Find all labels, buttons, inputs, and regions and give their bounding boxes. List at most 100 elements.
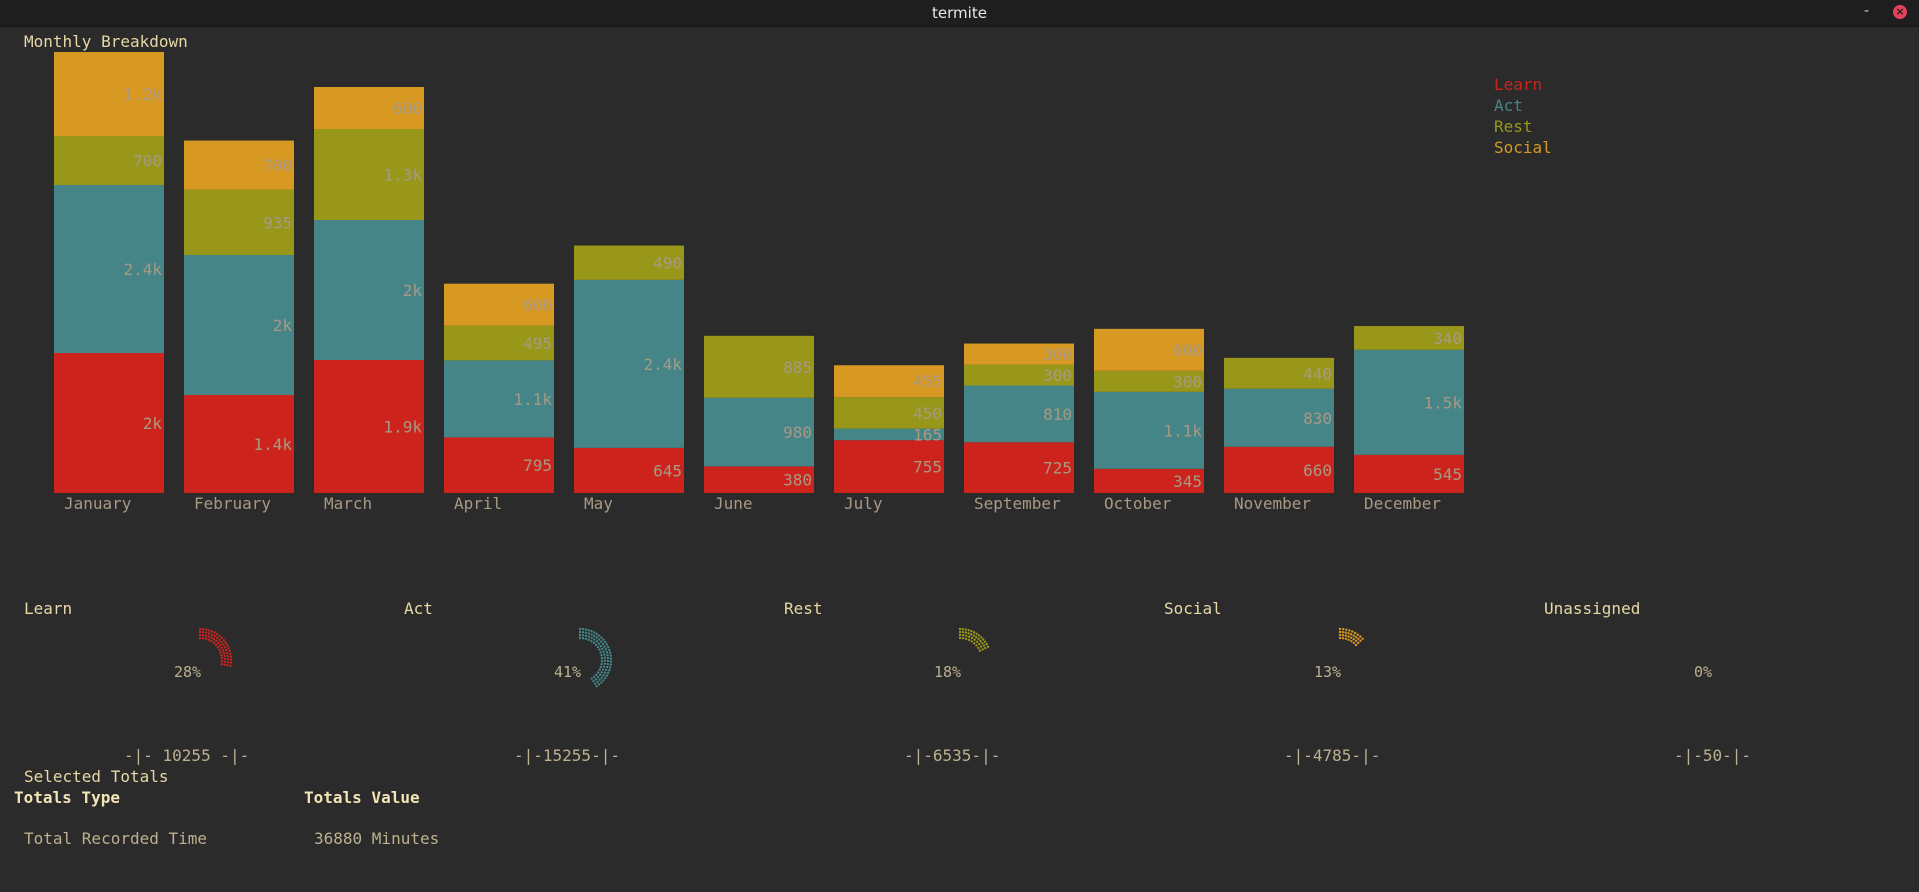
- pie-dot: [229, 658, 233, 661]
- pie-dot: [223, 654, 226, 658]
- pie-dot: [587, 632, 591, 635]
- pie-dot: [578, 633, 582, 637]
- pie-dot: [581, 633, 585, 637]
- pie-dot: [983, 640, 987, 643]
- percent-rest: 18%: [934, 663, 962, 681]
- pie-dot: [201, 637, 205, 640]
- pie-dot: [218, 644, 222, 647]
- pie-dot: [600, 671, 603, 674]
- pie-dot: [198, 636, 202, 640]
- pie-dot: [600, 660, 604, 663]
- bar-label: 450: [913, 404, 942, 423]
- pie-dot: [198, 630, 202, 634]
- pie-dot: [214, 639, 218, 643]
- summary-title-act: Act: [404, 599, 433, 618]
- legend-social: Social: [1494, 138, 1552, 157]
- pie-dot: [1344, 631, 1347, 634]
- pie-dot: [1349, 633, 1353, 636]
- pie-dot: [603, 659, 607, 662]
- pie-dot: [980, 636, 983, 639]
- pie-dot: [608, 648, 611, 652]
- pie-dot: [594, 643, 598, 647]
- pie-dot: [973, 638, 976, 641]
- totals-value-header: Totals Value: [304, 788, 420, 807]
- pie-dot: [605, 665, 609, 669]
- pie-dot: [229, 655, 233, 658]
- pie-dot: [226, 644, 229, 647]
- pie-dot: [204, 634, 208, 637]
- pie-dot: [1338, 633, 1342, 637]
- pie-dot: [967, 632, 970, 635]
- bar-label: 455: [913, 372, 942, 391]
- pie-dot: [606, 653, 609, 657]
- pie-dot: [970, 640, 973, 643]
- pie-dot: [219, 651, 222, 654]
- pie-dot: [986, 645, 990, 648]
- pie-dot: [605, 674, 608, 677]
- pie-dot: [222, 651, 226, 655]
- pie-dot: [961, 634, 965, 637]
- bar-label: 2k: [143, 414, 163, 433]
- pie-dot: [600, 636, 603, 639]
- x-tick-label: December: [1364, 494, 1441, 513]
- x-tick-label: November: [1234, 494, 1311, 513]
- pie-dot: [584, 637, 588, 640]
- pie-dot: [592, 679, 595, 683]
- pie-dot: [228, 649, 231, 653]
- pie-dot: [607, 645, 610, 649]
- pie-dot: [967, 629, 970, 632]
- pie-dot: [1352, 641, 1356, 645]
- pie-dot: [1357, 637, 1360, 641]
- pie-dot: [979, 645, 983, 648]
- bar-label: 1.2k: [123, 85, 162, 104]
- x-tick-label: January: [64, 494, 132, 513]
- pie-dot: [608, 666, 612, 669]
- pie-dot: [975, 644, 978, 647]
- pie-dot: [1344, 634, 1347, 637]
- pie-dot: [581, 627, 585, 631]
- pie-dot: [972, 631, 976, 634]
- pie-dot: [977, 646, 980, 650]
- pie-dot: [600, 640, 603, 643]
- bar-label: 600: [393, 99, 422, 118]
- pie-dot: [594, 678, 598, 681]
- pie-dot: [212, 641, 215, 645]
- pie-dot: [1359, 635, 1362, 638]
- pie-dot: [982, 644, 986, 647]
- pie-dot: [218, 634, 221, 638]
- pie-dot: [1357, 641, 1360, 645]
- pie-dot: [204, 631, 208, 634]
- pie-dot: [1347, 635, 1350, 638]
- pie-dot: [958, 627, 962, 631]
- pie-dot: [598, 673, 602, 677]
- pie-dot: [984, 646, 987, 650]
- pie-dot: [605, 650, 609, 654]
- bar-label: 725: [1043, 459, 1072, 478]
- pie-dot: [592, 641, 595, 645]
- pie-dot: [603, 671, 607, 674]
- pie-rest: [958, 627, 990, 652]
- pie-dot: [600, 676, 603, 679]
- pie-dot: [1347, 632, 1350, 635]
- pie-dot: [977, 637, 980, 641]
- x-tick-label: April: [454, 494, 502, 513]
- pie-dot: [578, 627, 582, 631]
- x-tick-label: May: [584, 494, 613, 513]
- pie-dot: [584, 631, 588, 634]
- bar-label: 2.4k: [123, 260, 162, 279]
- pie-dot: [1361, 637, 1364, 640]
- pie-dot: [225, 651, 229, 655]
- total-rest: -|-6535-|-: [904, 746, 1001, 765]
- pie-dot: [598, 678, 601, 682]
- pie-social: [1338, 627, 1364, 647]
- bar-label: 300: [1043, 366, 1072, 385]
- pie-dot: [977, 634, 981, 637]
- pie-dot: [967, 638, 971, 642]
- bar-label: 340: [1433, 329, 1462, 348]
- pie-dot: [595, 640, 598, 643]
- pie-dot: [1341, 627, 1345, 631]
- pie-dot: [1353, 631, 1357, 635]
- bar-label: 795: [523, 456, 552, 475]
- pie-dot: [973, 642, 976, 645]
- pie-dot: [1354, 643, 1358, 647]
